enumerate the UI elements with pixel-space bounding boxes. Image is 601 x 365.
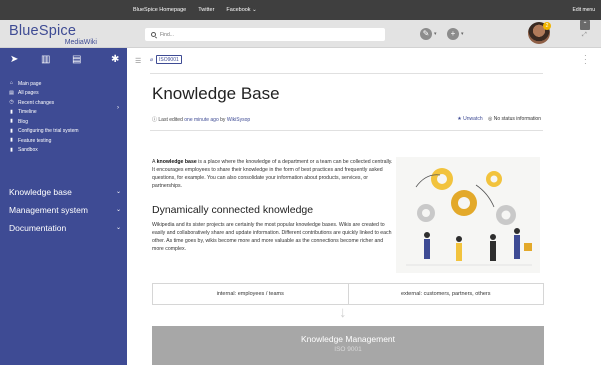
divider xyxy=(150,130,543,131)
audience-table: internal: employees / teams external: cu… xyxy=(152,283,544,305)
sidebar-item-main-page[interactable]: ⌂ Main page xyxy=(9,79,79,89)
sidebar-item-sandbox[interactable]: ▮ Sandbox xyxy=(9,146,79,156)
top-bar: BlueSpice Homepage Twitter Facebook ⌄ Ed… xyxy=(0,0,601,20)
sidebar-item-label: Main page xyxy=(18,80,42,87)
home-icon: ⌂ xyxy=(9,80,14,87)
search-box[interactable] xyxy=(145,28,385,41)
page-title: Knowledge Base xyxy=(152,84,280,103)
sidebar-item-all-pages[interactable]: ▤ All pages xyxy=(9,89,79,99)
last-edited-link[interactable]: one minute ago xyxy=(184,117,218,123)
arrow-down-icon: ↓ xyxy=(339,304,347,321)
search-input[interactable] xyxy=(160,31,360,38)
gear-icon[interactable]: ✱ xyxy=(111,54,119,65)
sidebar-item-label: Timeline xyxy=(18,109,37,116)
sidebar-item-label: Blog xyxy=(18,118,29,125)
file-icon: ▮ xyxy=(10,137,13,144)
meta-prefix: Last edited xyxy=(158,117,183,123)
tag-icon: ⌀ xyxy=(150,56,154,63)
clock-icon: ◷ xyxy=(9,99,14,106)
sidebar-item-recent-changes[interactable]: ◷ Recent changes xyxy=(9,98,79,108)
sidebar-item-feature-testing[interactable]: ▮ Feature testing xyxy=(9,136,79,146)
sidebar-section-knowledge-base[interactable]: Knowledge base ⌄ xyxy=(9,187,121,197)
breadcrumb-tag[interactable]: ISO9001 xyxy=(156,55,182,64)
search-icon xyxy=(151,32,156,37)
expand-icon[interactable]: ⤢ xyxy=(582,32,587,39)
edit-pencil-button[interactable]: ✎ xyxy=(420,28,432,40)
scroll-up-button[interactable]: ⌃ xyxy=(580,20,590,30)
logo[interactable]: BlueSpice MediaWiki xyxy=(9,23,99,47)
sidebar: ➤ ▥ ▤ ✱ ⌂ Main page ▤ All pages ◷ Recent ch… xyxy=(0,48,127,365)
books-icon[interactable]: ▥ xyxy=(41,54,50,65)
external-cell: external: customers, partners, others xyxy=(400,291,491,297)
sidebar-item-label: Sandbox xyxy=(18,147,38,154)
star-icon: ★ xyxy=(457,116,462,122)
file-icon: ▮ xyxy=(10,118,13,125)
chevron-down-icon: ⌄ xyxy=(115,207,121,213)
add-button[interactable]: + xyxy=(447,28,459,40)
sidebar-item-label: Configuring the trial system xyxy=(18,128,79,135)
clipboard-icon[interactable]: ▤ xyxy=(72,54,81,65)
top-link-twitter[interactable]: Twitter xyxy=(198,7,214,13)
sidebar-item-label: Feature testing xyxy=(18,137,52,144)
breadcrumb: ⌀ ISO9001 xyxy=(150,55,182,64)
sidebar-nav: ⌂ Main page ▤ All pages ◷ Recent changes ▮ T… xyxy=(9,79,79,156)
logo-sub-text: MediaWiki xyxy=(64,39,97,46)
page-actions: ★ Unwatch ◎ No status information xyxy=(457,116,541,122)
list-icon: ▤ xyxy=(9,89,14,96)
section-label: Management system xyxy=(9,205,88,215)
collaboration-illustration xyxy=(396,157,540,273)
header: BlueSpice MediaWiki ✎ ▾ + ▾ xyxy=(0,20,601,48)
last-edited-info: ⓘ Last edited one minute ago by WikiSyso… xyxy=(152,116,250,123)
info-icon: ⓘ xyxy=(152,117,158,123)
file-icon: ▮ xyxy=(10,127,13,134)
section-label: Documentation xyxy=(9,223,67,233)
sidebar-item-timeline[interactable]: ▮ Timeline xyxy=(9,108,79,118)
sidebar-item-blog[interactable]: ▮ Blog xyxy=(9,117,79,127)
section-label: Knowledge base xyxy=(9,187,72,197)
knowledge-management-box: Knowledge Management ISO 9001 xyxy=(152,326,544,365)
hamburger-icon[interactable]: ☰ xyxy=(135,57,141,65)
chevron-right-icon[interactable]: › xyxy=(117,105,119,111)
top-links: BlueSpice Homepage Twitter Facebook ⌄ xyxy=(133,0,257,20)
more-options-icon[interactable]: · · · xyxy=(584,52,587,68)
chevron-down-icon: ⌄ xyxy=(115,189,121,195)
sidebar-item-configuring[interactable]: ▮ Configuring the trial system xyxy=(9,127,79,137)
navigation-arrow-icon[interactable]: ➤ xyxy=(10,54,18,65)
status-icon: ◎ xyxy=(487,116,493,122)
chevron-down-icon: ⌄ xyxy=(115,225,121,231)
sidebar-toolbar: ➤ ▥ ▤ ✱ xyxy=(0,48,127,72)
intro-pre: A xyxy=(152,159,156,165)
top-link-homepage[interactable]: BlueSpice Homepage xyxy=(133,7,186,13)
sidebar-section-documentation[interactable]: Documentation ⌄ xyxy=(9,223,121,233)
chevron-down-icon[interactable]: ▾ xyxy=(461,31,464,37)
unwatch-label: Unwatch xyxy=(463,116,483,122)
divider xyxy=(150,73,543,74)
sidebar-section-management-system[interactable]: Management system ⌄ xyxy=(9,205,121,215)
file-icon: ▮ xyxy=(10,146,13,153)
edit-menu-link[interactable]: Edit menu xyxy=(572,0,595,20)
body-paragraph: Wikipedia and its sister projects are ce… xyxy=(152,222,392,252)
km-title: Knowledge Management xyxy=(300,334,396,344)
intro-paragraph: A knowledge base is a place where the kn… xyxy=(152,158,394,190)
intro-bold: knowledge base xyxy=(156,159,197,165)
status-label: No status information xyxy=(493,116,541,122)
internal-cell: internal: employees / teams xyxy=(153,284,349,304)
sidebar-item-label: Recent changes xyxy=(18,99,55,106)
sidebar-item-label: All pages xyxy=(18,90,39,97)
meta-by: by xyxy=(220,117,226,123)
top-link-facebook[interactable]: Facebook ⌄ xyxy=(226,7,256,13)
unwatch-button[interactable]: ★ Unwatch xyxy=(457,116,482,122)
author-link[interactable]: WikiSysop xyxy=(227,117,250,123)
section-heading: Dynamically connected knowledge xyxy=(152,204,314,216)
status-info: ◎ No status information xyxy=(488,116,541,122)
notification-badge[interactable]: 2 xyxy=(543,22,551,30)
file-icon: ▮ xyxy=(10,108,13,115)
chevron-down-icon[interactable]: ▾ xyxy=(434,31,437,37)
logo-main-text: BlueSpice xyxy=(9,23,77,39)
km-subtitle: ISO 9001 xyxy=(334,346,362,353)
